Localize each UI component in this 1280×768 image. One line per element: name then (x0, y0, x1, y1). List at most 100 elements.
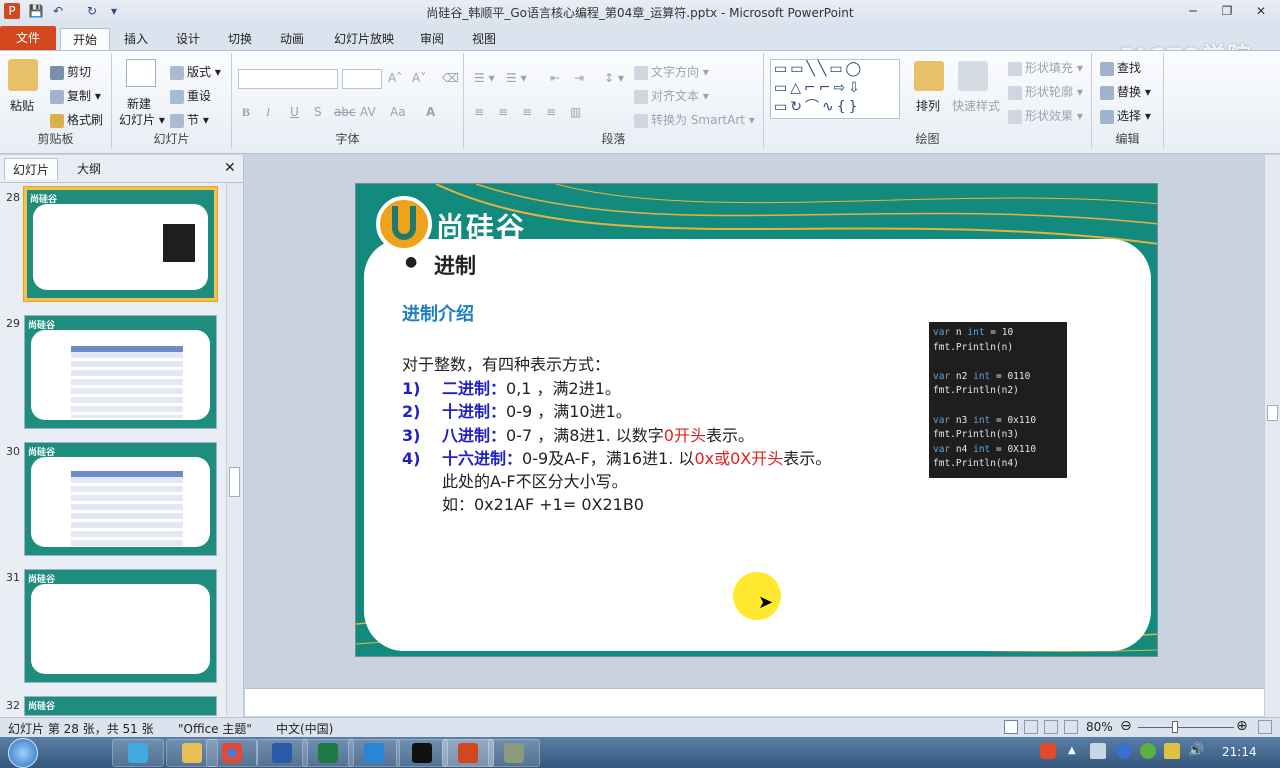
minimize-button[interactable]: ─ (1180, 2, 1206, 20)
canvas-scrollbar[interactable] (1264, 155, 1280, 717)
find-button[interactable]: 查找 (1100, 59, 1141, 76)
zoom-level[interactable]: 80% (1086, 720, 1113, 734)
slide-thumbnail-29[interactable]: 尚硅谷 (24, 315, 217, 429)
tab-slideshow[interactable]: 幻灯片放映 (322, 28, 406, 50)
layout-button[interactable]: 版式 ▾ (170, 63, 221, 80)
tab-file[interactable]: 文件 (0, 26, 56, 50)
start-button[interactable] (8, 738, 38, 768)
reading-view-icon[interactable] (1044, 720, 1058, 734)
reset-button[interactable]: 重设 (170, 87, 211, 104)
shape-outline-button[interactable]: 形状轮廓 ▾ (1008, 83, 1083, 100)
zoom-in-icon[interactable]: ⊕ (1236, 718, 1248, 734)
spacing-button[interactable]: AV (360, 105, 376, 119)
justify-icon[interactable]: ≡ (546, 105, 556, 119)
taskbar-excel[interactable] (302, 739, 354, 767)
canvas-scroll-thumb[interactable] (1267, 405, 1278, 421)
notes-pane[interactable] (245, 688, 1264, 716)
cut-button[interactable]: 剪切 (50, 63, 91, 80)
new-slide-dropdown[interactable]: 幻灯片 ▾ (119, 111, 165, 128)
tab-design[interactable]: 设计 (166, 28, 210, 50)
smartart-button[interactable]: 转换为 SmartArt ▾ (634, 111, 755, 128)
volume-icon[interactable]: 🔊 (1188, 743, 1204, 758)
align-center-icon[interactable]: ≡ (498, 105, 508, 119)
grow-font-button[interactable]: A˄ (388, 71, 402, 85)
theme-text[interactable]: "Office 主题" (178, 720, 252, 737)
italic-button[interactable]: I (266, 105, 270, 120)
line-spacing-icon[interactable]: ↕ ▾ (604, 71, 624, 85)
fit-window-icon[interactable] (1258, 720, 1272, 734)
copy-button[interactable]: 复制 ▾ (50, 87, 101, 104)
underline-button[interactable]: U (290, 105, 299, 119)
taskbar-chrome[interactable] (206, 739, 258, 767)
clear-format-icon[interactable]: ⌫ (442, 71, 459, 85)
tray-expand-icon[interactable]: ▲ (1068, 745, 1076, 756)
quick-style-icon[interactable] (958, 61, 988, 91)
arrange-button[interactable]: 排列 (916, 97, 940, 114)
tab-transitions[interactable]: 切换 (218, 28, 262, 50)
align-left-icon[interactable]: ≡ (474, 105, 484, 119)
taskbar-tool[interactable] (488, 739, 540, 767)
tab-view[interactable]: 视图 (462, 28, 506, 50)
font-name-combo[interactable] (238, 69, 338, 89)
select-button[interactable]: 选择 ▾ (1100, 107, 1151, 124)
restore-button[interactable]: ❐ (1214, 2, 1240, 20)
zoom-slider[interactable] (1138, 727, 1234, 728)
taskbar-word[interactable] (256, 739, 308, 767)
section-button[interactable]: 节 ▾ (170, 111, 209, 128)
bullets-icon[interactable]: ☰ ▾ (474, 71, 495, 85)
shape-fill-button[interactable]: 形状填充 ▾ (1008, 59, 1083, 76)
ime-icon[interactable] (1040, 743, 1056, 759)
shape-effect-button[interactable]: 形状效果 ▾ (1008, 107, 1083, 124)
taskbar-ie[interactable] (112, 739, 164, 767)
case-button[interactable]: Aa (390, 105, 406, 119)
slide-thumbnail-31[interactable]: 尚硅谷 (24, 569, 217, 683)
slide-thumbnail-32[interactable]: 尚硅谷 (24, 696, 217, 716)
strike-button[interactable]: abc (334, 105, 356, 119)
columns-icon[interactable]: ▥ (570, 105, 581, 119)
indent-dec-icon[interactable]: ⇤ (550, 71, 560, 85)
tray-icon[interactable] (1164, 743, 1180, 759)
taskbar-vscode[interactable] (348, 739, 400, 767)
panel-scrollbar[interactable] (226, 183, 242, 715)
shadow-button[interactable]: S (314, 105, 322, 119)
text-direction-button[interactable]: 文字方向 ▾ (634, 63, 709, 80)
panel-scroll-thumb[interactable] (229, 467, 240, 497)
taskbar-cmd[interactable] (396, 739, 448, 767)
tab-review[interactable]: 审阅 (410, 28, 454, 50)
sorter-view-icon[interactable] (1024, 720, 1038, 734)
format-painter-button[interactable]: 格式刷 (50, 111, 103, 128)
arrange-icon[interactable] (914, 61, 944, 91)
close-panel-icon[interactable]: ✕ (224, 160, 236, 176)
shapes-gallery[interactable]: ▭▭╲╲▭◯ ▭△⌐⌐⇨⇩ ▭↻⌒∿{} (770, 59, 900, 119)
bluetooth-icon[interactable] (1116, 743, 1132, 759)
tab-home[interactable]: 开始 (60, 28, 110, 50)
clock[interactable]: 21:14 (1222, 745, 1257, 759)
quick-style-button[interactable]: 快速样式 (952, 97, 1000, 114)
paste-icon[interactable] (8, 59, 38, 91)
indent-inc-icon[interactable]: ⇥ (574, 71, 584, 85)
close-button[interactable]: ✕ (1248, 2, 1274, 20)
tray-icon[interactable] (1140, 743, 1156, 759)
tab-outline-panel[interactable]: 大纲 (62, 158, 116, 180)
zoom-out-icon[interactable]: ⊖ (1120, 718, 1132, 734)
new-slide-label[interactable]: 新建 (127, 95, 151, 112)
bold-button[interactable]: B (242, 105, 250, 120)
align-right-icon[interactable]: ≡ (522, 105, 532, 119)
font-size-combo[interactable] (342, 69, 382, 89)
shrink-font-button[interactable]: A˅ (412, 71, 426, 85)
tab-slides-panel[interactable]: 幻灯片 (4, 158, 58, 180)
zoom-thumb[interactable] (1172, 721, 1178, 733)
normal-view-icon[interactable] (1004, 720, 1018, 734)
paste-button[interactable]: 粘贴 (10, 97, 34, 114)
new-slide-icon[interactable] (126, 59, 156, 87)
tab-insert[interactable]: 插入 (114, 28, 158, 50)
taskbar-powerpoint[interactable] (442, 739, 494, 767)
tab-animations[interactable]: 动画 (270, 28, 314, 50)
align-text-button[interactable]: 对齐文本 ▾ (634, 87, 709, 104)
numbering-icon[interactable]: ☰ ▾ (506, 71, 527, 85)
language-text[interactable]: 中文(中国) (276, 720, 333, 737)
slideshow-view-icon[interactable] (1064, 720, 1078, 734)
slide-thumbnail-28[interactable]: 尚硅谷 (23, 186, 218, 302)
replace-button[interactable]: 替换 ▾ (1100, 83, 1151, 100)
font-color-button[interactable]: A (426, 105, 435, 119)
